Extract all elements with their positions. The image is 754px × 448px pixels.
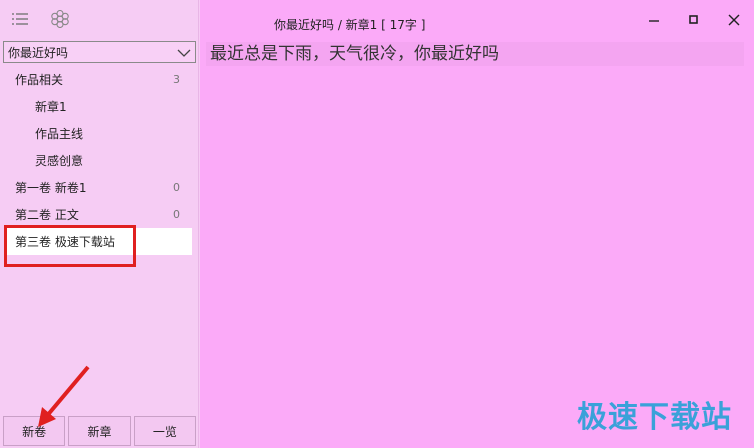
sidebar-toolbar: [0, 0, 198, 38]
tree-item-volume-1[interactable]: 第一卷 新卷1 0: [0, 174, 197, 201]
settings-flower-icon[interactable]: [50, 9, 70, 29]
tree-item-label: 第二卷 正文: [15, 208, 79, 222]
tree-item-label: 灵感创意: [35, 154, 84, 168]
tree-item-main-plot[interactable]: 作品主线: [0, 120, 197, 147]
tree-item-count: 0: [173, 208, 180, 221]
title-bar: 你最近好吗 / 新章1 [ 17字 ]: [200, 0, 754, 40]
new-volume-button[interactable]: 新卷: [3, 416, 66, 446]
new-chapter-button[interactable]: 新章: [68, 416, 131, 446]
editor-text-area[interactable]: 最近总是下雨，天气很冷，你最近好吗: [206, 42, 744, 66]
tree-item-label: 作品相关: [15, 73, 64, 87]
overview-button[interactable]: 一览: [133, 416, 196, 446]
minimize-icon[interactable]: [646, 12, 662, 28]
tree-item-new-chapter-1[interactable]: 新章1: [0, 93, 197, 120]
watermark-logo: 极速下载站: [577, 400, 732, 435]
tree-item-volume-2[interactable]: 第二卷 正文 0: [0, 201, 197, 228]
tree-item-label: 作品主线: [35, 127, 84, 141]
chevron-down-icon: [177, 49, 191, 57]
maximize-icon[interactable]: [686, 12, 702, 28]
tree-item-label: 第一卷 新卷1: [15, 181, 87, 195]
tree-item-volume-3[interactable]: 第三卷 极速下载站: [7, 228, 192, 255]
sidebar-actions: 新卷 新章 一览: [0, 416, 198, 448]
close-icon[interactable]: [726, 12, 742, 28]
menu-icon[interactable]: [10, 9, 30, 29]
editor-pane: 你最近好吗 / 新章1 [ 17字 ] 最近总是下雨，天气很冷，你最近好吗: [200, 0, 754, 448]
sidebar: 你最近好吗 作品相关 3 新章1 作品主线 灵感创意 第一卷 新卷1 0 第二卷…: [0, 0, 199, 448]
tree-item-works-related[interactable]: 作品相关 3: [0, 66, 197, 93]
document-title: 你最近好吗 / 新章1 [ 17字 ]: [274, 18, 426, 32]
tree-item-label: 新章1: [35, 100, 67, 114]
tree-item-inspiration[interactable]: 灵感创意: [0, 147, 197, 174]
tree-item-count: 3: [173, 73, 180, 86]
tree-item-count: 0: [173, 181, 180, 194]
book-select[interactable]: 你最近好吗: [3, 41, 196, 63]
volume-tree: 作品相关 3 新章1 作品主线 灵感创意 第一卷 新卷1 0 第二卷 正文 0 …: [0, 66, 197, 255]
tree-item-label: 第三卷 极速下载站: [15, 235, 115, 249]
book-select-value: 你最近好吗: [8, 45, 69, 60]
